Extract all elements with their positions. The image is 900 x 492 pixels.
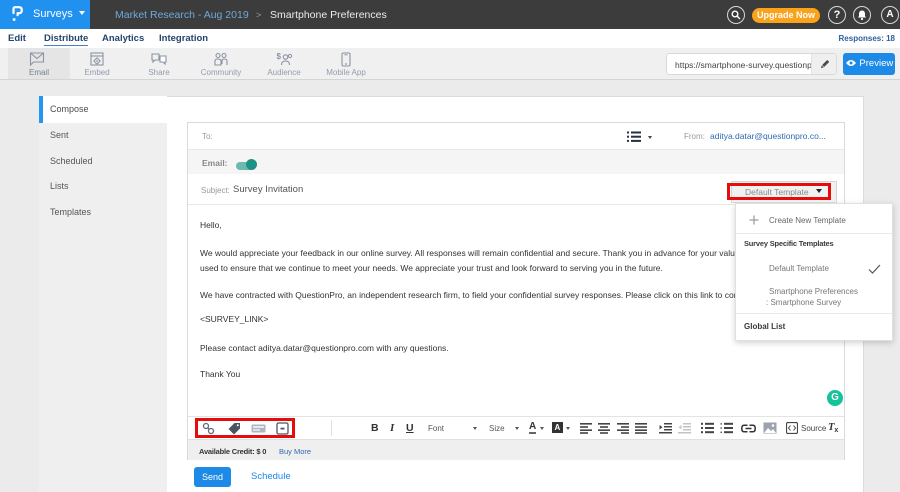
- svg-text:$: $: [277, 52, 282, 61]
